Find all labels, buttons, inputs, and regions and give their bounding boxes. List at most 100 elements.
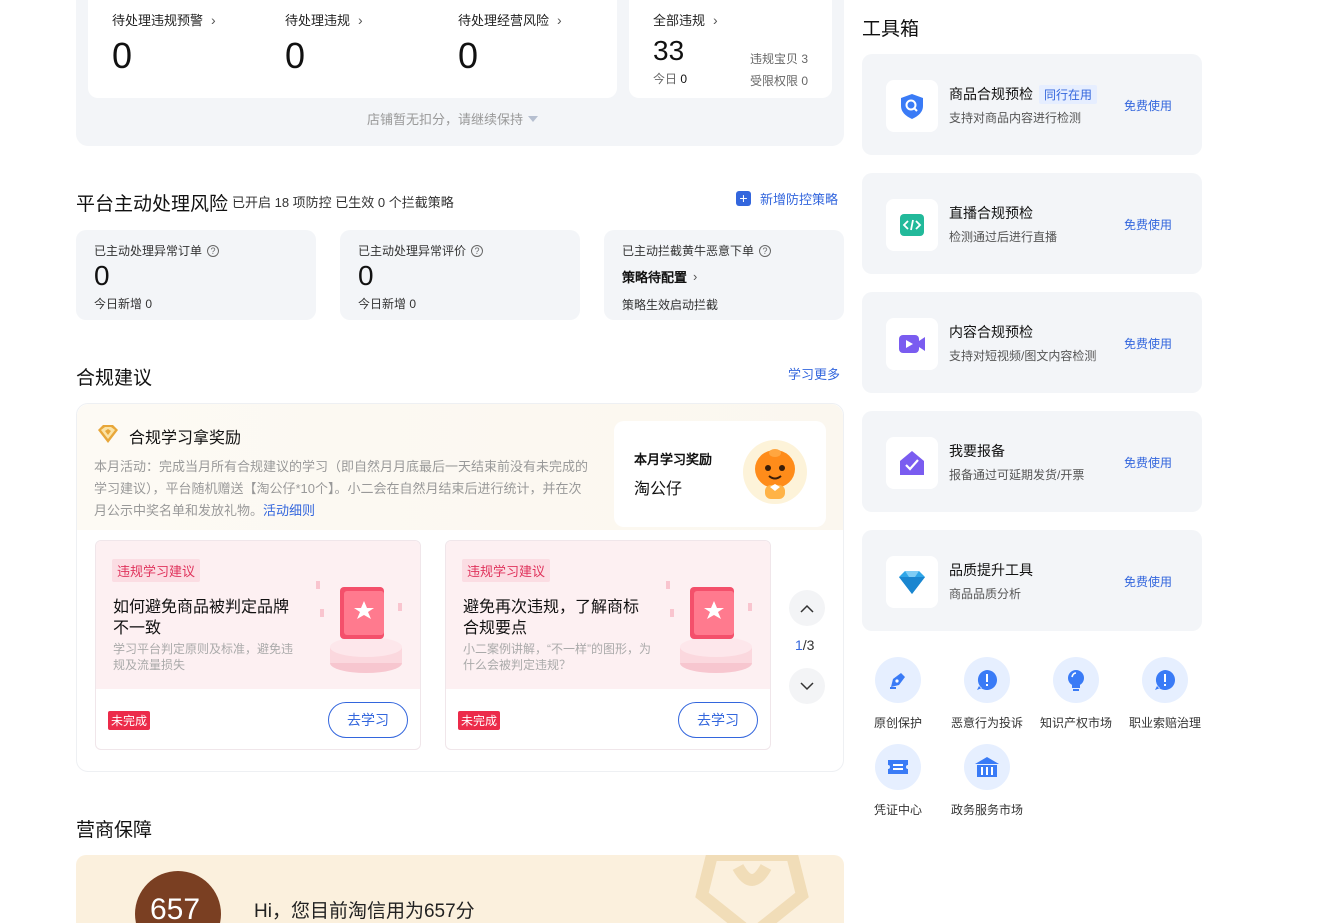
shield-search-icon [886,80,938,132]
mini-tool-voucher-center[interactable]: 凭证中心 [853,744,943,818]
lightbulb-icon [1053,657,1099,703]
learning-title: 避免再次违规，了解商标合规要点 [463,599,640,637]
chevron-up-icon [800,604,814,613]
configure-label: 策略待配置 [622,270,688,285]
configure-strategy-link[interactable]: 策略待配置 › [622,267,697,286]
pen-icon [875,657,921,703]
today-value: 0 [680,72,688,86]
mini-tool-claim-governance[interactable]: 职业索赔治理 [1120,657,1210,731]
stat-label: 待处理经营风险 [458,13,550,28]
diamond-badge-icon [96,424,120,449]
pending-violation-stat[interactable]: 待处理违规 › 0 [285,10,363,77]
tool-report[interactable]: 我要报备 报备通过可延期发货/开票 免费使用 [862,411,1202,512]
violating-items-label: 违规宝贝 [750,52,799,66]
book-illustration-icon [316,581,402,673]
reward-desc-text: 本月活动：完成当月所有合规建议的学习（即自然月月底最后一天结束前没有未完成的学习… [94,459,589,518]
pending-warning-stat[interactable]: 待处理违规预警 › 0 [112,10,216,77]
tool-live-precheck[interactable]: 直播合规预检 检测通过后进行直播 免费使用 [862,173,1202,274]
restricted-rights-value: 0 [801,74,809,88]
no-deduction-hint[interactable]: 店铺暂无扣分，请继续保持 [367,109,539,128]
house-check-icon [886,437,938,489]
video-camera-icon [886,318,938,370]
learning-card[interactable]: 违规学习建议 避免再次违规，了解商标合规要点 小二案例讲解，“不一样”的图形，为… [445,540,771,750]
free-use-link[interactable]: 免费使用 [1124,216,1172,233]
learning-desc: 小二案例讲解，“不一样”的图形，为什么会被判定违规？ [463,642,651,672]
mini-tool-malicious-complaint[interactable]: 恶意行为投诉 [942,657,1032,731]
book-illustration-icon [666,581,752,673]
chevron-right-icon: › [211,11,216,28]
chevron-right-icon: › [557,11,562,28]
mini-tool-ip-market[interactable]: 知识产权市场 [1031,657,1121,731]
ticket-icon [875,744,921,790]
stat-label: 待处理违规 [285,13,351,28]
government-icon [964,744,1010,790]
card-value: 0 [358,260,374,291]
tool-name: 直播合规预检 [949,205,1033,221]
learning-tag: 违规学习建议 [112,559,201,582]
all-violations-value: 33 [653,35,685,66]
tool-desc: 报备通过可延期发货/开票 [949,468,1085,482]
help-icon[interactable]: ? [207,244,220,257]
learning-tag: 违规学习建议 [462,559,551,582]
reward-description: 本月活动：完成当月所有合规建议的学习（即自然月月底最后一天结束前没有未完成的学习… [94,456,590,522]
reward-title: 合规学习拿奖励 [129,430,242,447]
all-violations-stat[interactable]: 全部违规 › [653,10,718,29]
compliance-title: 合规建议 [76,368,153,389]
prize-label: 本月学习奖励 [634,452,713,467]
strategy-hint: 策略生效启动拦截 [622,298,719,312]
chevron-right-icon: › [358,11,363,28]
free-use-link[interactable]: 免费使用 [1124,573,1172,590]
pager-total: /3 [802,637,815,653]
learning-title: 如何避免商品被判定品牌不一致 [113,599,290,637]
incomplete-badge: 未完成 [458,711,501,730]
carousel-pager: 1/3 [795,637,814,653]
add-strategy-label: 新增防控策略 [760,192,839,207]
stat-label: 全部违规 [653,13,706,28]
tool-desc: 商品品质分析 [949,587,1022,601]
scroll-up-button[interactable] [789,590,825,626]
learning-card[interactable]: 违规学习建议 如何避免商品被判定品牌不一致 学习平台判定原则及标准，避免违规及流… [95,540,421,750]
stat-value: 0 [112,35,133,76]
tool-content-precheck[interactable]: 内容合规预检 支持对短视频/图文内容检测 免费使用 [862,292,1202,393]
tool-quality[interactable]: 品质提升工具 商品品质分析 免费使用 [862,530,1202,631]
scroll-down-button[interactable] [789,668,825,704]
learning-desc: 学习平台判定原则及标准，避免违规及流量损失 [113,642,294,672]
chevron-right-icon: › [713,11,718,28]
today-new-label: 今日新增 [358,297,407,311]
add-strategy-button[interactable]: + 新增防控策略 [736,189,838,208]
card-label: 已主动处理异常评价 [358,244,467,258]
start-learning-button[interactable]: 去学习 [678,702,758,738]
peer-using-tag: 同行在用 [1039,84,1098,104]
code-icon [886,199,938,251]
plus-icon: + [736,191,751,206]
free-use-link[interactable]: 免费使用 [1124,454,1172,471]
tool-name: 内容合规预检 [949,324,1033,340]
tool-product-precheck[interactable]: 商品合规预检 同行在用 支持对商品内容进行检测 免费使用 [862,54,1202,155]
alert-bubble-icon [964,657,1010,703]
activity-rules-link[interactable]: 活动细则 [263,503,315,518]
abnormal-orders-card[interactable]: 已主动处理异常订单? 0 今日新增 0 [76,230,316,320]
mini-tool-label: 知识产权市场 [1039,716,1112,730]
mini-tool-original-protection[interactable]: 原创保护 [853,657,943,731]
today-new-label: 今日新增 [94,297,143,311]
monthly-prize-card: 本月学习奖励 淘公仔 [614,421,826,527]
mini-tool-gov-services[interactable]: 政务服务市场 [942,744,1032,818]
tool-desc: 支持对短视频/图文内容检测 [949,349,1097,363]
free-use-link[interactable]: 免费使用 [1124,97,1172,114]
mini-tool-label: 原创保护 [873,716,922,730]
help-icon[interactable]: ? [471,244,484,257]
violating-items-value: 3 [801,52,809,66]
abnormal-reviews-card[interactable]: 已主动处理异常评价? 0 今日新增 0 [340,230,580,320]
scalper-orders-card[interactable]: 已主动拦截黄牛恶意下单? 策略待配置 › 策略生效启动拦截 [604,230,844,320]
violating-items-count: 违规宝贝 3 [750,50,808,67]
mascot-icon [743,440,807,504]
learn-more-link[interactable]: 学习更多 [788,364,840,383]
help-icon[interactable]: ? [759,244,772,257]
prize-name: 淘公仔 [634,481,683,498]
pending-risk-stat[interactable]: 待处理经营风险 › 0 [458,10,562,77]
hint-text: 店铺暂无扣分，请继续保持 [367,112,524,127]
free-use-link[interactable]: 免费使用 [1124,335,1172,352]
start-learning-button[interactable]: 去学习 [328,702,408,738]
stat-label: 待处理违规预警 [112,13,204,28]
today-new-value: 0 [145,297,153,311]
